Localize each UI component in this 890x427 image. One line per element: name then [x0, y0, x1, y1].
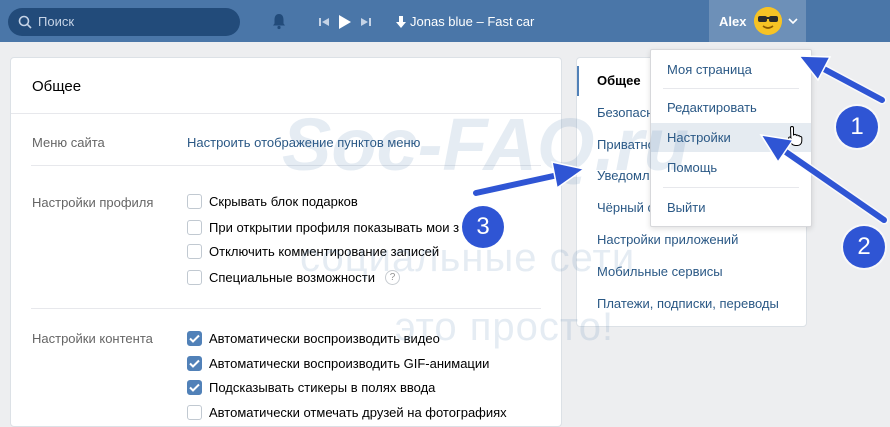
- annotation-number-2: 2: [843, 226, 885, 268]
- annotation-arrows: [471, 55, 889, 225]
- annotation-number-3: 3: [462, 206, 504, 248]
- arrow-1: [797, 55, 887, 105]
- annotation-number-1: 1: [836, 106, 878, 148]
- arrow-3: [471, 161, 586, 198]
- arrow-2: [759, 134, 889, 225]
